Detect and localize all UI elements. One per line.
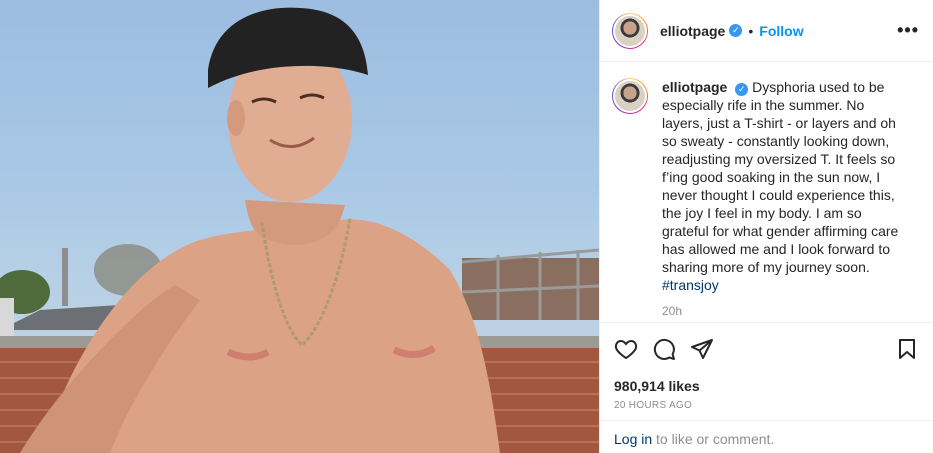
- login-bar: Log in to like or comment.: [600, 420, 933, 447]
- post-side-panel: elliotpage ✓ • Follow ••• elliotpage ✓ D…: [599, 0, 933, 453]
- caption-avatar[interactable]: [613, 79, 647, 113]
- caption-username[interactable]: elliotpage: [662, 79, 727, 95]
- photo-illustration: [0, 7, 599, 453]
- login-link[interactable]: Log in: [614, 431, 652, 447]
- verified-badge-icon: ✓: [729, 24, 743, 37]
- instagram-post: elliotpage ✓ • Follow ••• elliotpage ✓ D…: [0, 0, 933, 453]
- avatar[interactable]: [613, 13, 647, 48]
- caption-story-ring[interactable]: [612, 78, 648, 114]
- caption-time: 20h: [662, 304, 683, 318]
- heart-icon[interactable]: [614, 337, 638, 361]
- actions-section: 980,914 likes 20 HOURS AGO: [600, 322, 933, 411]
- story-ring[interactable]: [612, 12, 648, 49]
- hashtag-link[interactable]: #transjoy: [662, 277, 719, 293]
- action-icons: [614, 336, 919, 362]
- caption-verified-badge-icon: ✓: [735, 82, 749, 96]
- post-photo[interactable]: [0, 0, 599, 453]
- more-options-icon[interactable]: •••: [897, 20, 919, 41]
- post-timestamp[interactable]: 20 HOURS AGO: [614, 400, 919, 411]
- separator-dot: •: [748, 22, 754, 39]
- header-username[interactable]: elliotpage: [660, 23, 725, 39]
- comment-icon[interactable]: [652, 337, 676, 361]
- follow-button[interactable]: Follow: [759, 23, 803, 39]
- post-header: elliotpage ✓ • Follow •••: [600, 0, 933, 62]
- caption-body: Dysphoria used to be especially rife in …: [662, 79, 899, 275]
- login-suffix: to like or comment.: [652, 431, 775, 447]
- bookmark-icon[interactable]: [895, 337, 919, 361]
- ear: [227, 100, 245, 136]
- chimney-stack: [62, 248, 68, 306]
- paper-plane-icon[interactable]: [690, 337, 714, 361]
- likes-count[interactable]: 980,914 likes: [614, 378, 919, 394]
- building-left: [0, 298, 14, 338]
